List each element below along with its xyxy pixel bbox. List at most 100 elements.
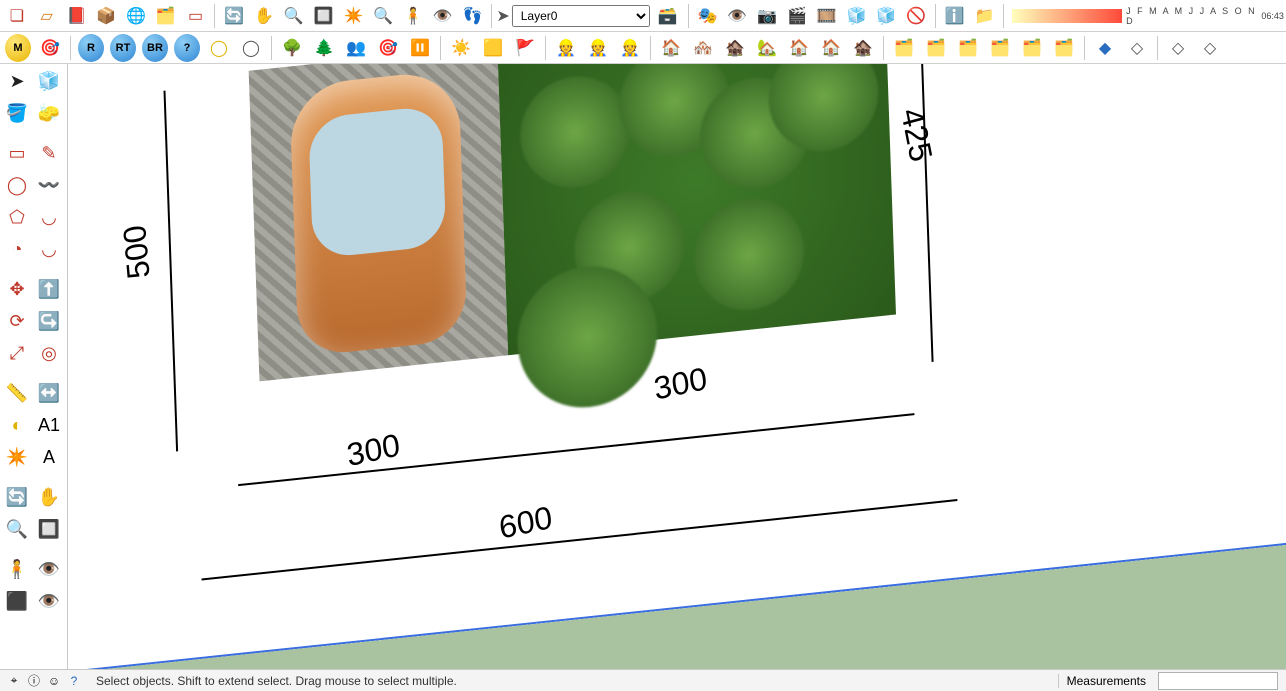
- render-h-icon[interactable]: 🚫: [903, 2, 929, 30]
- dimension-tool[interactable]: ↔️: [34, 378, 64, 408]
- render-f-icon[interactable]: 🧊: [844, 2, 870, 30]
- pause-icon[interactable]: ⏸️: [406, 34, 434, 62]
- hat3-icon[interactable]: 👷: [616, 34, 644, 62]
- paint-tool[interactable]: 🪣: [2, 98, 32, 128]
- render-br-button[interactable]: BR: [141, 34, 169, 62]
- credits-icon[interactable]: ⓘ: [24, 671, 44, 691]
- cube-gold-icon[interactable]: 🟨: [479, 34, 507, 62]
- viewport[interactable]: 500 425 300 300 600: [68, 64, 1286, 669]
- freehand-tool[interactable]: 〰️: [34, 170, 64, 200]
- rectangle-tool[interactable]: ▭: [2, 138, 32, 168]
- shape-d-icon[interactable]: ◇: [1196, 34, 1224, 62]
- measurements-input[interactable]: [1158, 672, 1278, 690]
- hat2-icon[interactable]: 👷: [584, 34, 612, 62]
- ring-icon[interactable]: ◯: [237, 34, 265, 62]
- yellow-dot-icon[interactable]: ◯: [205, 34, 233, 62]
- box-icon[interactable]: 📦: [93, 2, 119, 30]
- text-tool[interactable]: A1: [34, 410, 64, 440]
- folder-icon[interactable]: 📁: [972, 2, 998, 30]
- offset-tool[interactable]: ◎: [34, 338, 64, 368]
- render-g-icon[interactable]: 🧊: [873, 2, 899, 30]
- layer-manager-icon[interactable]: 🗃️: [654, 2, 682, 30]
- layer-select[interactable]: Layer0: [512, 5, 650, 27]
- pushpull-tool[interactable]: ⬆️: [34, 274, 64, 304]
- prev-view-icon[interactable]: 🔍: [370, 2, 396, 30]
- stack-a-icon[interactable]: 🗂️: [890, 34, 918, 62]
- render-rt-button[interactable]: RT: [109, 34, 137, 62]
- clone-icon[interactable]: ❏: [4, 2, 30, 30]
- house-a-icon[interactable]: 🏠: [657, 34, 685, 62]
- target2-icon[interactable]: 🎯: [374, 34, 402, 62]
- tree-b-icon[interactable]: 🌲: [310, 34, 338, 62]
- component-tool[interactable]: 🧊: [34, 66, 64, 96]
- circle-tool[interactable]: ◯: [2, 170, 32, 200]
- pan-icon[interactable]: ✋: [251, 2, 277, 30]
- zoom-icon[interactable]: 🔍: [281, 2, 307, 30]
- render-r-button[interactable]: R: [77, 34, 105, 62]
- render-b-icon[interactable]: 👁️: [724, 2, 750, 30]
- polygon-tool[interactable]: ⬠: [2, 202, 32, 232]
- position-camera-icon[interactable]: 🧍: [400, 2, 426, 30]
- stack-e-icon[interactable]: 🗂️: [1018, 34, 1046, 62]
- protractor-tool[interactable]: ◐: [2, 410, 32, 440]
- photo-icon[interactable]: ☺: [44, 671, 64, 691]
- rotate-tool[interactable]: ⟳: [2, 306, 32, 336]
- move-tool[interactable]: ✥: [2, 274, 32, 304]
- position-camera-tool[interactable]: 🧍: [2, 554, 32, 584]
- tree-a-icon[interactable]: 🌳: [278, 34, 306, 62]
- stack-b-icon[interactable]: 🗂️: [922, 34, 950, 62]
- select-tool[interactable]: ➤: [2, 66, 32, 96]
- followme-tool[interactable]: ↪️: [34, 306, 64, 336]
- walk-icon[interactable]: 👣: [460, 2, 486, 30]
- render-target-button[interactable]: 🎯: [36, 34, 64, 62]
- house-c-icon[interactable]: 🏚️: [721, 34, 749, 62]
- zoom2-tool[interactable]: 🔍: [2, 514, 32, 544]
- orbit-tool[interactable]: 🔄: [2, 482, 32, 512]
- arc-tool[interactable]: ◡: [34, 202, 64, 232]
- album-icon[interactable]: 📕: [64, 2, 90, 30]
- help-icon[interactable]: ?: [64, 671, 84, 691]
- scale-tool[interactable]: ⤢: [2, 338, 32, 368]
- info-icon[interactable]: ℹ️: [942, 2, 968, 30]
- stack-d-icon[interactable]: 🗂️: [986, 34, 1014, 62]
- look-tool[interactable]: 👁️: [34, 554, 64, 584]
- render-d-icon[interactable]: 🎬: [784, 2, 810, 30]
- render-e-icon[interactable]: 🎞️: [814, 2, 840, 30]
- zoom-window-icon[interactable]: 🔲: [311, 2, 337, 30]
- arc2-tool[interactable]: ◡: [34, 234, 64, 264]
- render-c-icon[interactable]: 📷: [754, 2, 780, 30]
- zoom-extents-icon[interactable]: ✴️: [341, 2, 367, 30]
- eraser-tool[interactable]: 🧽: [34, 98, 64, 128]
- geo-icon[interactable]: ⌖: [4, 671, 24, 691]
- house-g-icon[interactable]: 🏚️: [849, 34, 877, 62]
- stack-c-icon[interactable]: 🗂️: [954, 34, 982, 62]
- render-q-button[interactable]: ?: [173, 34, 201, 62]
- shape-a-icon[interactable]: ◆: [1091, 34, 1119, 62]
- shape-b-icon[interactable]: ◇: [1123, 34, 1151, 62]
- house-e-icon[interactable]: 🏠: [785, 34, 813, 62]
- pan2-tool[interactable]: ✋: [34, 482, 64, 512]
- flag-icon[interactable]: 🚩: [511, 34, 539, 62]
- pie-tool[interactable]: ◔: [2, 234, 32, 264]
- sun-icon[interactable]: ☀️: [447, 34, 475, 62]
- 3dtext-tool[interactable]: A: [34, 442, 64, 472]
- shape-c-icon[interactable]: ◇: [1164, 34, 1192, 62]
- orbit-icon[interactable]: 🔄: [221, 2, 247, 30]
- hat-icon[interactable]: 👷: [552, 34, 580, 62]
- tape-tool[interactable]: 📏: [2, 378, 32, 408]
- globe-icon[interactable]: 🌐: [123, 2, 149, 30]
- house-d-icon[interactable]: 🏡: [753, 34, 781, 62]
- people-icon[interactable]: 👥: [342, 34, 370, 62]
- zoomwin-tool[interactable]: 🔲: [34, 514, 64, 544]
- eye-tool[interactable]: 👁️: [34, 586, 64, 616]
- render-a-icon[interactable]: 🎭: [695, 2, 721, 30]
- line-tool[interactable]: ✎: [34, 138, 64, 168]
- sheet-icon[interactable]: ▱: [34, 2, 60, 30]
- stack-f-icon[interactable]: 🗂️: [1050, 34, 1078, 62]
- render-m-button[interactable]: M: [4, 34, 32, 62]
- house-f-icon[interactable]: 🏠: [817, 34, 845, 62]
- section-tool[interactable]: ⬛: [2, 586, 32, 616]
- axes-tool[interactable]: ✴️: [2, 442, 32, 472]
- house-b-icon[interactable]: 🏘️: [689, 34, 717, 62]
- layers-icon[interactable]: 🗂️: [153, 2, 179, 30]
